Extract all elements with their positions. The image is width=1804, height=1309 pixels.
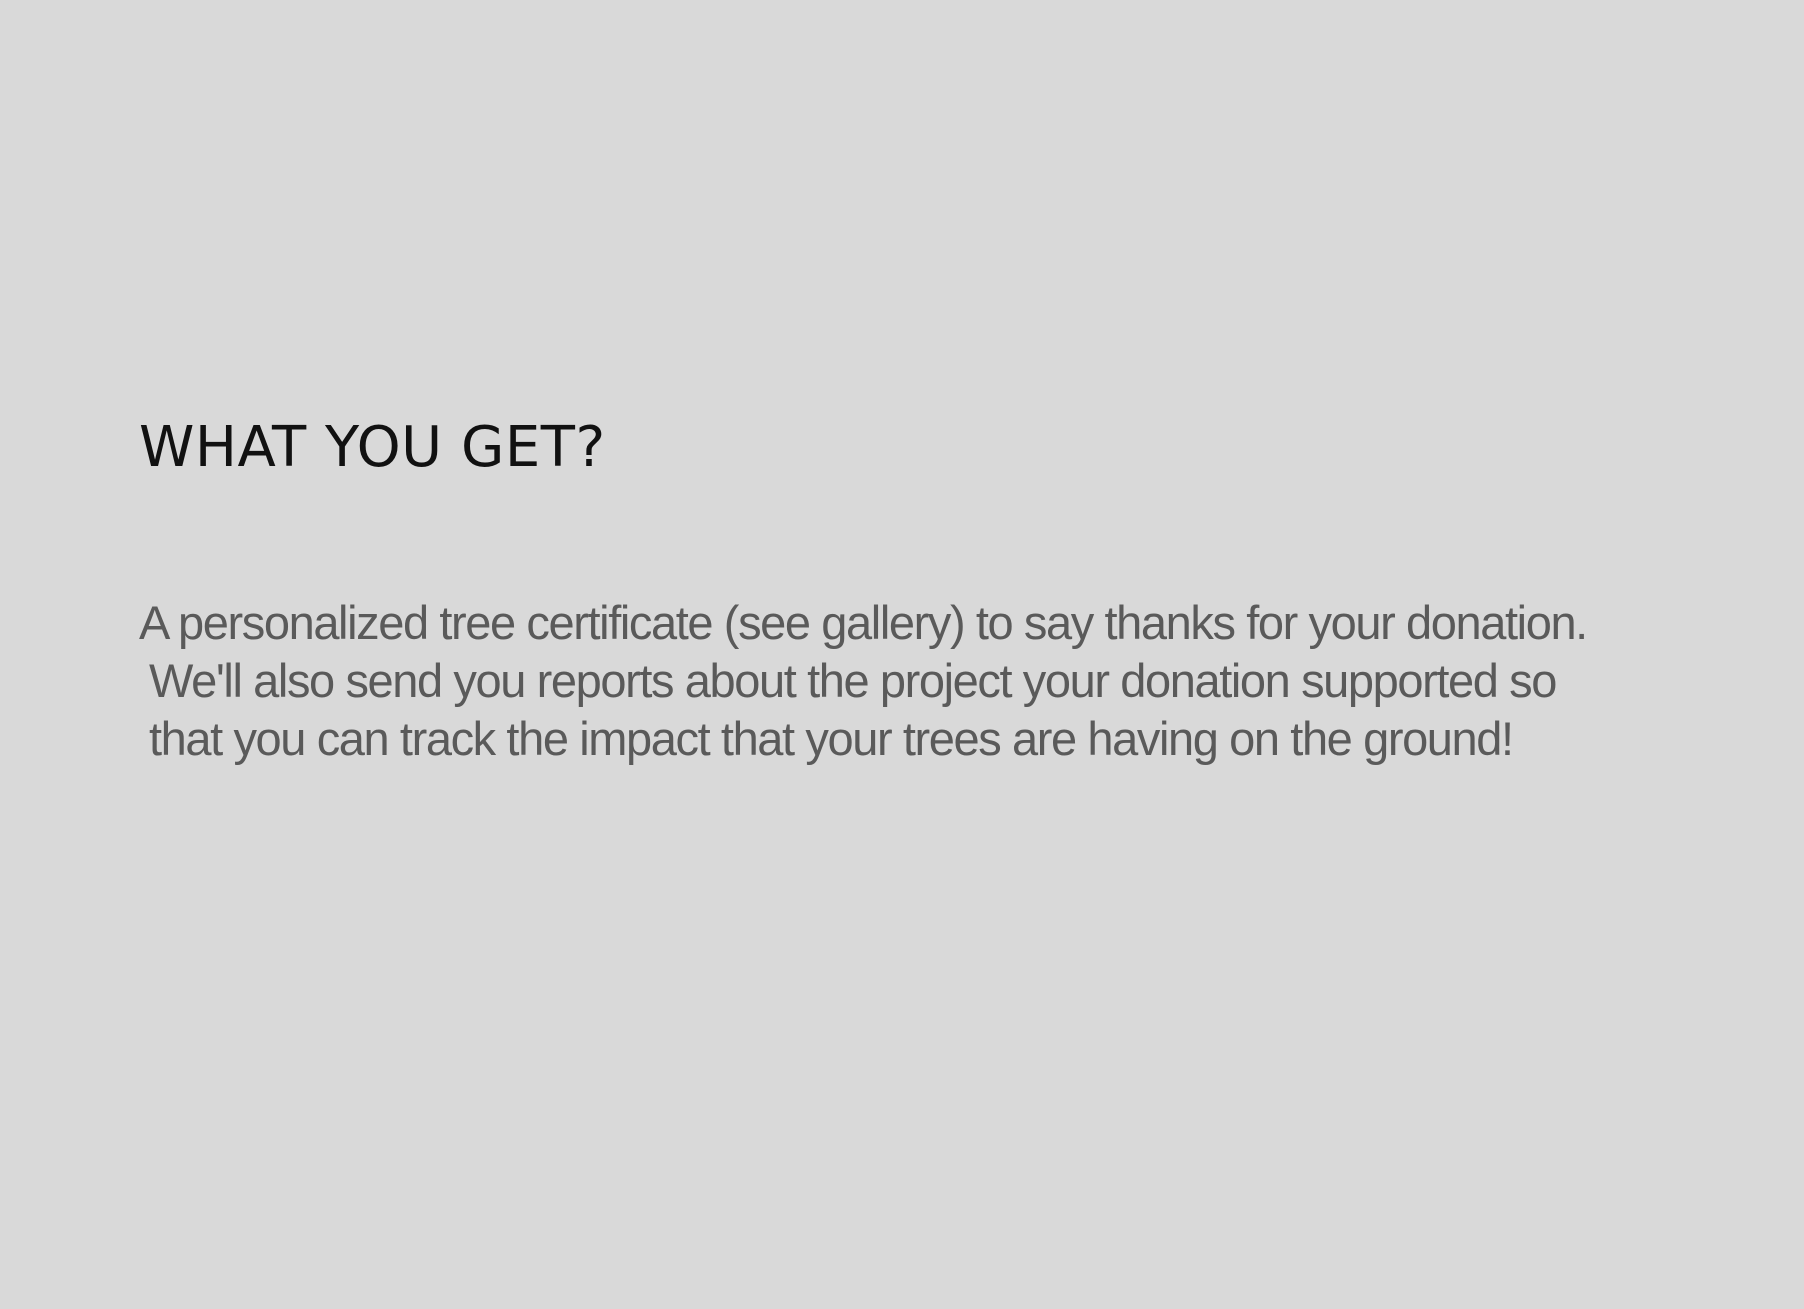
description-line-2: We'll also send you reports about the pr… bbox=[149, 654, 1557, 707]
description-line-1: A personalized tree certificate (see gal… bbox=[139, 596, 1588, 649]
section-description: A personalized tree certificate (see gal… bbox=[139, 594, 1779, 768]
section-heading: WHAT YOU GET? bbox=[139, 415, 606, 480]
description-line-3: that you can track the impact that your … bbox=[149, 712, 1514, 765]
page: WHAT YOU GET? A personalized tree certif… bbox=[0, 0, 1804, 1309]
